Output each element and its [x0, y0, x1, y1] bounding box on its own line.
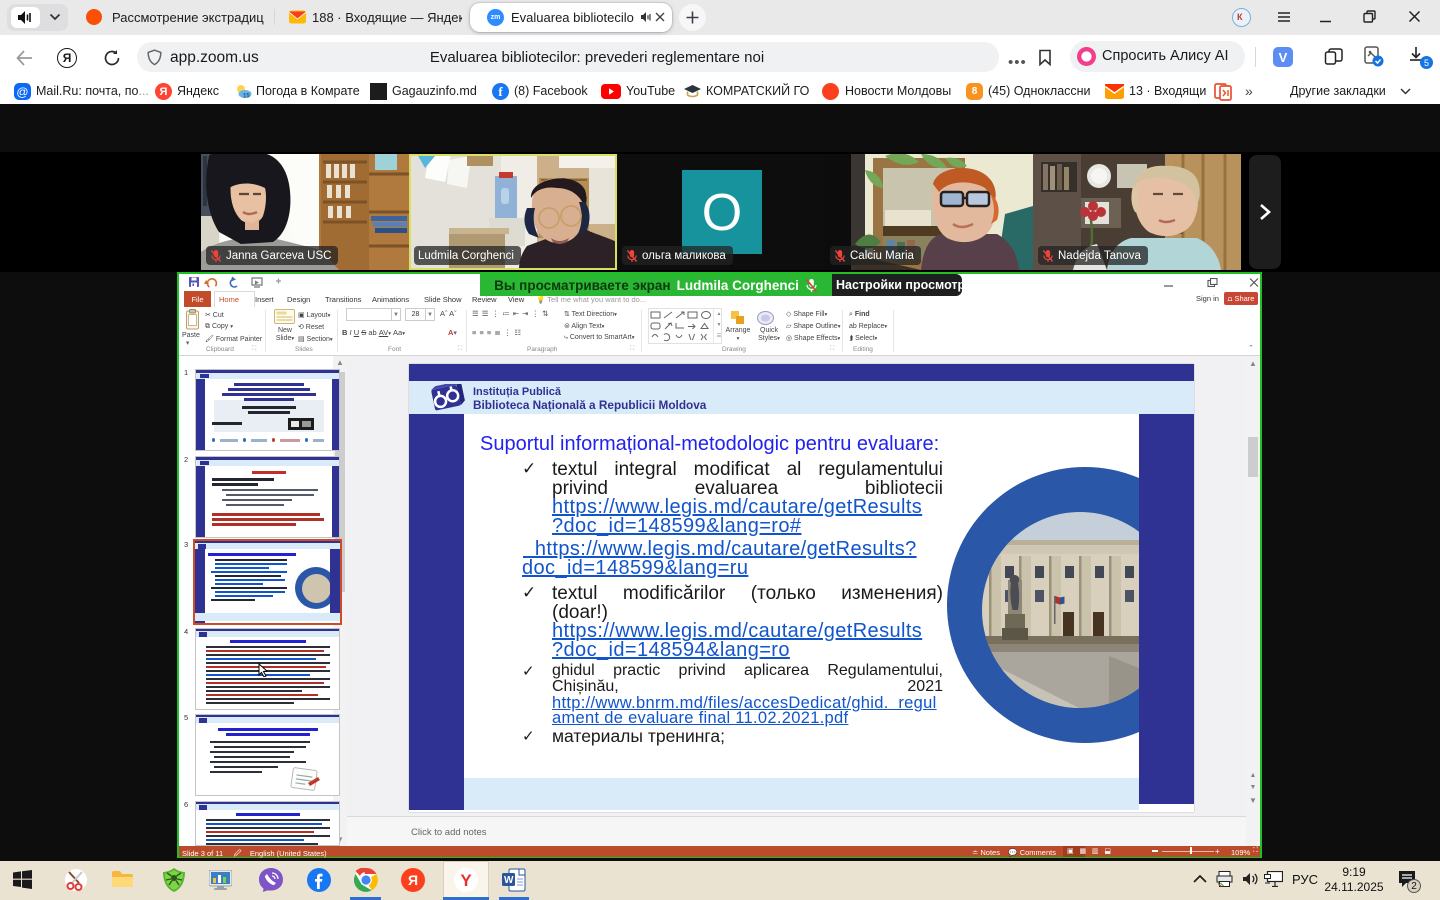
svg-text:15: 15: [243, 94, 250, 100]
svg-text:Я: Я: [408, 872, 418, 888]
svg-text:O: O: [702, 184, 742, 242]
svg-text:W: W: [504, 875, 514, 886]
svg-text:Y: Y: [460, 871, 472, 890]
